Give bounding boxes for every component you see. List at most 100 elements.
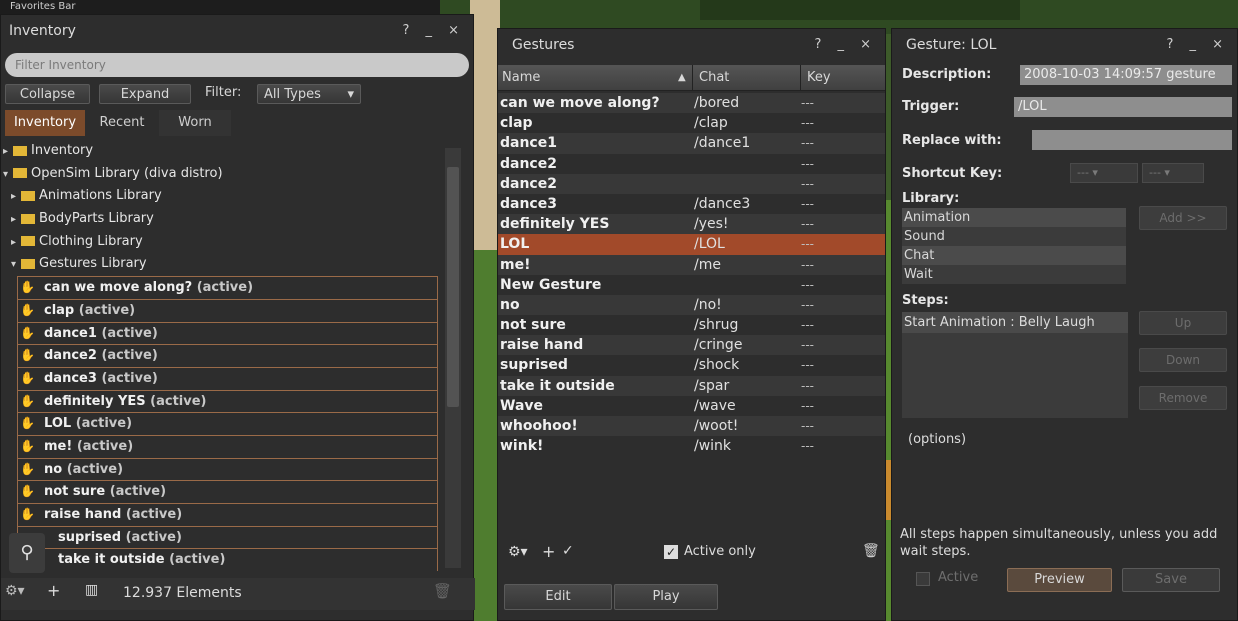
tab-inventory[interactable]: Inventory	[5, 110, 85, 136]
gesture-item[interactable]: ✋ LOL (active)	[17, 412, 438, 435]
expand-arrow-icon[interactable]: ▸	[11, 186, 21, 209]
column-name[interactable]: Name	[502, 65, 540, 91]
gesture-row[interactable]: wink!/wink ---	[498, 436, 885, 456]
expand-arrow-icon[interactable]: ▸	[11, 232, 21, 255]
trash-icon[interactable]: 🗑	[862, 543, 880, 559]
collapse-arrow-icon[interactable]: ▾	[3, 164, 13, 187]
library-item[interactable]: Sound	[902, 227, 1126, 246]
shortcut-key-select[interactable]: --- ▾	[1142, 163, 1204, 183]
favorites-bar[interactable]: Favorites Bar	[0, 0, 440, 14]
add-icon[interactable]: +	[542, 542, 555, 561]
filter-inventory-input[interactable]: Filter Inventory	[5, 53, 469, 77]
gesture-row[interactable]: suprised/shock ---	[498, 355, 885, 375]
gesture-icon: ✋	[20, 302, 35, 317]
gesture-icon: ✋	[20, 348, 35, 363]
gesture-row[interactable]: me!/me ---	[498, 254, 885, 275]
replace-with-field[interactable]	[1032, 130, 1232, 150]
shortcut-modifier-select[interactable]: --- ▾	[1070, 163, 1138, 183]
active-only-checkbox[interactable]: ✓	[664, 545, 678, 559]
inventory-titlebar[interactable]: Inventory ? _ ×	[1, 15, 473, 47]
gesture-row[interactable]: no/no! ---	[498, 294, 885, 316]
gesture-item[interactable]: ✋ dance1 (active)	[17, 321, 438, 345]
gesture-item[interactable]: ✋ not sure (active)	[17, 480, 438, 503]
bodyparts-folder-icon	[21, 213, 35, 224]
library-item[interactable]: Animation	[902, 208, 1126, 227]
expand-button[interactable]: Expand	[99, 84, 191, 104]
gesture-row[interactable]: not sure/shrug ---	[498, 315, 885, 335]
tree-item-library[interactable]: ▾ OpenSim Library (diva distro)	[1, 163, 441, 186]
gesture-row[interactable]: take it outside/spar ---	[498, 375, 885, 396]
description-field[interactable]: 2008-10-03 14:09:57 gesture	[1020, 65, 1232, 85]
window-controls[interactable]: ? _ ×	[1166, 29, 1229, 61]
gesture-item[interactable]: ✋ clap (active)	[17, 298, 438, 322]
gesture-row[interactable]: New Gesture ---	[498, 275, 885, 295]
gesture-item[interactable]: suprised (active)	[17, 525, 438, 549]
gesture-row[interactable]: dance2 ---	[498, 173, 885, 194]
filter-type-value: All Types	[264, 87, 321, 102]
gesture-item[interactable]: ✋ can we move along? (active)	[17, 276, 438, 299]
gestures-titlebar[interactable]: Gestures ? _ ×	[498, 29, 885, 61]
gesture-icon: ✋	[20, 507, 35, 521]
gesture-row-selected[interactable]: LOL/LOL ---	[498, 234, 885, 255]
tab-worn[interactable]: Worn	[159, 110, 231, 136]
collapse-arrow-icon[interactable]: ▾	[11, 254, 21, 277]
collapse-button[interactable]: Collapse	[5, 84, 90, 104]
gesture-item[interactable]: ✋ dance3 (active)	[17, 366, 438, 390]
remove-step-button[interactable]: Remove	[1139, 386, 1227, 410]
tree-item-clothing[interactable]: ▸ Clothing Library	[1, 231, 441, 254]
activate-check-icon[interactable]: ✓	[562, 543, 574, 559]
gesture-item[interactable]: ✋ no (active)	[17, 457, 438, 481]
window-controls[interactable]: ? _ ×	[402, 15, 465, 47]
gesture-row[interactable]: whoohoo!/woot! ---	[498, 416, 885, 437]
inventory-scroll-thumb[interactable]	[447, 167, 459, 407]
gesture-item[interactable]: ✋ raise hand (active)	[17, 503, 438, 526]
play-button[interactable]: Play	[614, 584, 718, 610]
gesture-detail-panel: Gesture: LOL ? _ × Description: 2008-10-…	[891, 28, 1238, 621]
column-chat[interactable]: Chat	[692, 65, 729, 91]
expand-arrow-icon[interactable]: ▸	[3, 141, 13, 164]
tab-recent[interactable]: Recent	[87, 110, 157, 136]
gesture-row[interactable]: dance2 ---	[498, 154, 885, 174]
filter-type-select[interactable]: All Types ▾	[257, 84, 361, 104]
gesture-item[interactable]: ✋ dance2 (active)	[17, 344, 438, 367]
add-step-button[interactable]: Add >>	[1139, 206, 1227, 230]
gear-icon[interactable]: ⚙▾	[5, 583, 25, 599]
gesture-item[interactable]: take it outside (active)	[17, 548, 438, 572]
new-folder-icon[interactable]: ▥	[85, 582, 98, 598]
gesture-row[interactable]: clap/clap ---	[498, 113, 885, 133]
gesture-detail-titlebar[interactable]: Gesture: LOL ? _ ×	[892, 29, 1237, 61]
active-only-label: Active only	[684, 544, 756, 559]
window-controls[interactable]: ? _ ×	[814, 29, 877, 61]
sort-up-icon[interactable]: ▲	[678, 65, 686, 91]
trash-icon[interactable]: 🗑	[433, 582, 452, 600]
gear-icon[interactable]: ⚙▾	[508, 544, 528, 560]
gesture-row[interactable]: raise hand/cringe ---	[498, 335, 885, 356]
gesture-item[interactable]: ✋ me! (active)	[17, 434, 438, 458]
gesture-row[interactable]: definitely YES/yes! ---	[498, 214, 885, 235]
trigger-field[interactable]: /LOL	[1014, 97, 1232, 117]
gesture-folder-icon	[21, 258, 35, 269]
save-button[interactable]: Save	[1122, 568, 1220, 592]
location-pin-icon[interactable]: ⚲	[9, 533, 45, 573]
tree-item-animations[interactable]: ▸ Animations Library	[1, 185, 441, 208]
gesture-row[interactable]: dance3/dance3 ---	[498, 194, 885, 214]
column-key[interactable]: Key	[800, 65, 831, 91]
move-up-button[interactable]: Up	[1139, 311, 1227, 335]
move-down-button[interactable]: Down	[1139, 348, 1227, 372]
expand-arrow-icon[interactable]: ▸	[11, 209, 21, 232]
step-item[interactable]: Start Animation : Belly Laugh	[902, 312, 1128, 333]
inventory-title: Inventory	[9, 23, 76, 39]
active-checkbox[interactable]	[916, 572, 930, 586]
tree-item-inventory[interactable]: ▸ Inventory	[1, 140, 441, 163]
gesture-row[interactable]: dance1/dance1 ---	[498, 133, 885, 154]
add-icon[interactable]: +	[47, 581, 60, 600]
gesture-row[interactable]: Wave/wave ---	[498, 396, 885, 416]
gesture-item[interactable]: ✋ definitely YES (active)	[17, 389, 438, 413]
tree-item-bodyparts[interactable]: ▸ BodyParts Library	[1, 208, 441, 231]
library-item[interactable]: Chat	[902, 246, 1126, 265]
gesture-row[interactable]: can we move along?/bored ---	[498, 93, 885, 114]
preview-button[interactable]: Preview	[1007, 568, 1112, 592]
tree-item-gestures[interactable]: ▾ Gestures Library	[1, 253, 441, 276]
edit-button[interactable]: Edit	[504, 584, 612, 610]
library-item[interactable]: Wait	[902, 265, 1126, 284]
